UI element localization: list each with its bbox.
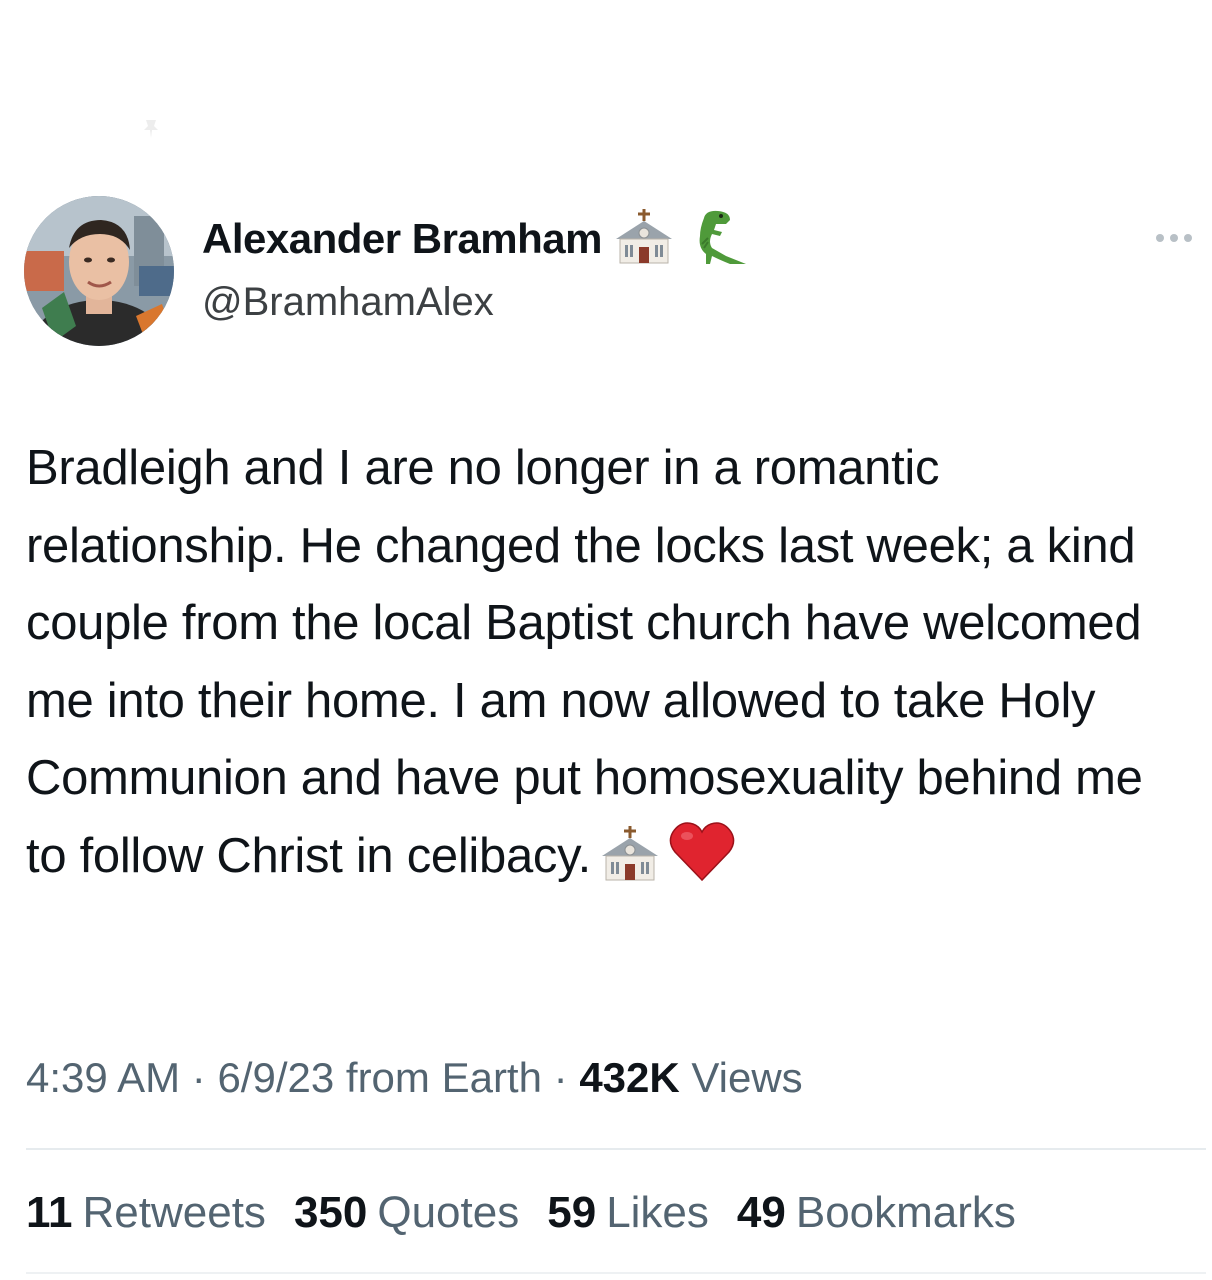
likes-count: 59 [547,1188,597,1237]
bookmarks-count: 49 [736,1188,786,1237]
tweet-date[interactable]: 6/9/23 [217,1054,334,1101]
retweets-stat[interactable]: 11 Retweets [26,1188,266,1238]
meta-separator: · [191,1054,206,1101]
views-count: 432K [579,1054,680,1101]
bottom-divider [26,1272,1206,1274]
avatar[interactable] [24,196,174,346]
bookmarks-label: Bookmarks [795,1188,1016,1237]
church-emoji-icon [597,825,663,906]
more-options-button[interactable] [1156,228,1206,248]
divider [26,1148,1206,1150]
t-rex-emoji-icon [686,208,752,271]
views-label: Views [691,1054,803,1101]
engagement-stats: 11 Retweets 350 Quotes 59 Likes 49 Bookmarks [26,1188,1016,1238]
tweet-body-text: Bradleigh and I are no longer in a roman… [26,441,1143,883]
author-display-name[interactable]: Alexander Bramham [202,215,603,263]
author-name-row: Alexander Bramham [202,208,752,266]
retweets-label: Retweets [82,1188,266,1237]
quotes-stat[interactable]: 350 Quotes [294,1188,519,1238]
bookmarks-stat[interactable]: 49 Bookmarks [737,1188,1016,1238]
likes-label: Likes [606,1188,709,1237]
retweets-count: 11 [26,1188,73,1237]
author-handle[interactable]: @BramhamAlex [202,280,494,325]
quotes-label: Quotes [377,1188,520,1237]
tweet-time[interactable]: 4:39 AM [26,1054,180,1101]
tweet-source: from Earth [345,1054,542,1101]
quotes-count: 350 [293,1188,368,1237]
tweet-text: Bradleigh and I are no longer in a roman… [26,430,1196,905]
meta-separator-2: · [553,1054,568,1101]
pin-icon [144,120,158,138]
tweet-meta: 4:39 AM · 6/9/23 from Earth · 432K Views [26,1054,803,1102]
church-emoji-icon [612,208,676,270]
faded-header-remnant [0,0,1212,40]
more-dots-icon [1156,234,1164,242]
red-heart-emoji-icon [669,820,735,906]
pinned-tweet-indicator [140,118,198,140]
likes-stat[interactable]: 59 Likes [547,1188,709,1238]
avatar-photo [24,196,174,346]
